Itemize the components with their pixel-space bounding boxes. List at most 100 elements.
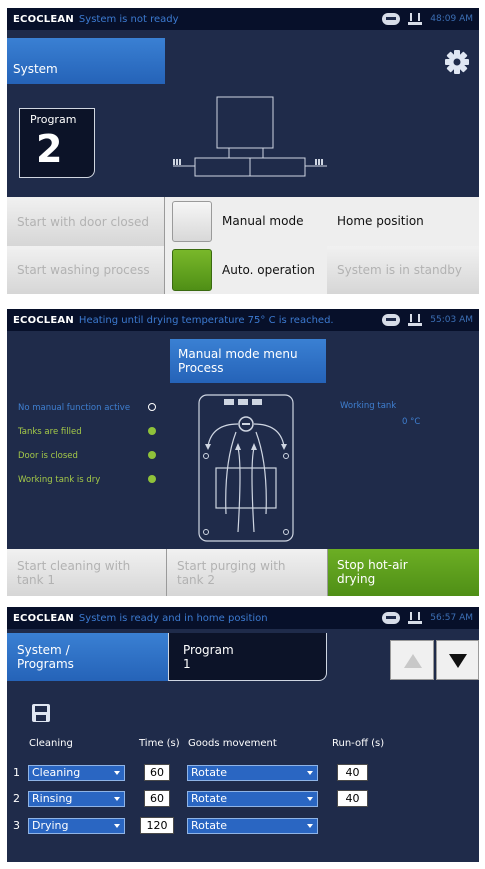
start-washing-button[interactable]: Start washing process [7,246,165,294]
runoff-input[interactable]: 40 [337,764,368,781]
arrow-down-icon [449,654,467,668]
col-header-cleaning: Cleaning [29,738,73,749]
tank-icon [408,612,423,624]
manual-mode-menu-tab[interactable]: Manual mode menu Process [170,339,326,383]
status-indicators: 48:09 AM [382,8,473,30]
clock-time: 55:03 AM [430,315,473,325]
indicator-label: Door is closed [18,451,78,461]
tank-icon [408,13,423,25]
runoff-input[interactable]: 40 [337,790,368,807]
machine-diagram [173,96,327,177]
tab-program[interactable]: Program 1 [168,633,327,681]
standby-button[interactable]: System is in standby [327,246,479,294]
start-cleaning-label: Start cleaning with [17,558,131,573]
standby-label: System is in standby [337,263,462,277]
start-door-closed-label: Start with door closed [17,214,149,229]
home-position-button[interactable]: Home position [327,197,479,246]
gear-icon[interactable] [444,49,470,75]
tab-programs-label: Programs [17,657,74,671]
auto-operation-button[interactable]: Auto. operation [165,246,327,294]
indicator-label: Working tank is dry [18,475,101,485]
tab-system-programs[interactable]: System / Programs [7,633,168,681]
movement-dropdown[interactable]: Rotate [187,818,318,834]
manual-mode-button[interactable]: Manual mode [165,197,327,246]
chevron-down-icon [114,824,120,828]
start-washing-label: Start washing process [17,263,150,277]
program-selector[interactable]: Program 2 [19,108,95,178]
program-label: Program [183,643,234,657]
start-door-closed-button[interactable]: Start with door closed [7,197,165,246]
movement-value: Rotate [191,792,228,805]
start-purging-button[interactable]: Start purging with tank 2 [167,549,328,596]
manual-mode-indicator [172,201,212,242]
row-number: 3 [13,819,20,832]
clock-time: 56:57 AM [430,613,473,623]
stop-drying-label: Stop hot-air [337,558,408,572]
status-message: System is ready and in home position [78,612,268,624]
manual-mode-screen: ECOCLEAN Heating until drying temperatur… [7,309,479,596]
step-dropdown[interactable]: Drying [28,818,125,834]
movement-value: Rotate [191,819,228,832]
movement-value: Rotate [191,766,228,779]
time-input[interactable]: 120 [140,817,174,834]
step-value: Cleaning [32,766,81,779]
home-position-label: Home position [337,214,424,228]
start-cleaning-button[interactable]: Start cleaning with tank 1 [7,549,167,596]
stop-drying-button[interactable]: Stop hot-air drying [328,549,479,596]
row-number: 2 [13,792,20,805]
chevron-down-icon [307,797,313,801]
status-dot-active [148,427,156,435]
step-value: Rinsing [32,792,73,805]
manual-mode-label: Manual mode [222,214,304,228]
menu-title-line1: Manual mode menu [178,347,298,361]
working-tank-value: 0 °C [402,417,421,427]
start-purging-tank: tank 2 [177,572,216,587]
stop-drying-label-2: drying [337,572,376,586]
time-input[interactable]: 60 [144,790,170,807]
indicator-label: No manual function active [18,403,131,413]
start-purging-label: Start purging with [177,558,286,573]
menu-title-line2: Process [178,361,224,375]
arrow-up-icon [404,654,422,668]
auto-operation-indicator [172,249,212,291]
scroll-down-button[interactable] [436,640,479,680]
tank-icon [408,314,423,326]
status-bar: ECOCLEAN Heating until drying temperatur… [7,309,479,331]
save-icon[interactable] [31,703,51,723]
status-message: Heating until drying temperature 75° C i… [78,314,334,326]
status-dot-inactive [148,403,156,411]
step-dropdown[interactable]: Cleaning [28,765,125,781]
network-icon [382,314,401,326]
brand-logo: ECOCLEAN [13,13,74,25]
tab-system[interactable]: System [7,38,165,84]
status-indicators: 55:03 AM [382,309,473,331]
chevron-down-icon [307,824,313,828]
scroll-up-button[interactable] [390,640,434,680]
tab-system-label: System / [17,643,70,657]
time-input[interactable]: 60 [144,764,170,781]
movement-dropdown[interactable]: Rotate [187,765,318,781]
auto-operation-label: Auto. operation [222,263,315,277]
program-number: 1 [183,657,191,671]
col-header-goods-movement: Goods movement [188,738,277,749]
main-screen: ECOCLEAN System is not ready 48:09 AM Sy… [7,8,479,294]
chevron-down-icon [114,797,120,801]
status-dot-active [148,451,156,459]
working-tank-label: Working tank [340,401,397,411]
indicator-label: Tanks are filled [18,427,82,437]
airflow-diagram [198,394,294,542]
network-icon [382,612,401,624]
col-header-time: Time (s) [139,738,180,749]
brand-logo: ECOCLEAN [13,612,74,624]
movement-dropdown[interactable]: Rotate [187,791,318,807]
brand-logo: ECOCLEAN [13,314,74,326]
step-value: Drying [32,819,69,832]
row-number: 1 [13,766,20,779]
status-message: System is not ready [78,13,179,25]
tab-system-label: System [13,62,58,76]
col-header-runoff: Run-off (s) [332,738,385,749]
step-dropdown[interactable]: Rinsing [28,791,125,807]
status-indicators: 56:57 AM [382,607,473,629]
status-bar: ECOCLEAN System is not ready 48:09 AM [7,8,479,30]
program-number: 2 [36,127,63,171]
